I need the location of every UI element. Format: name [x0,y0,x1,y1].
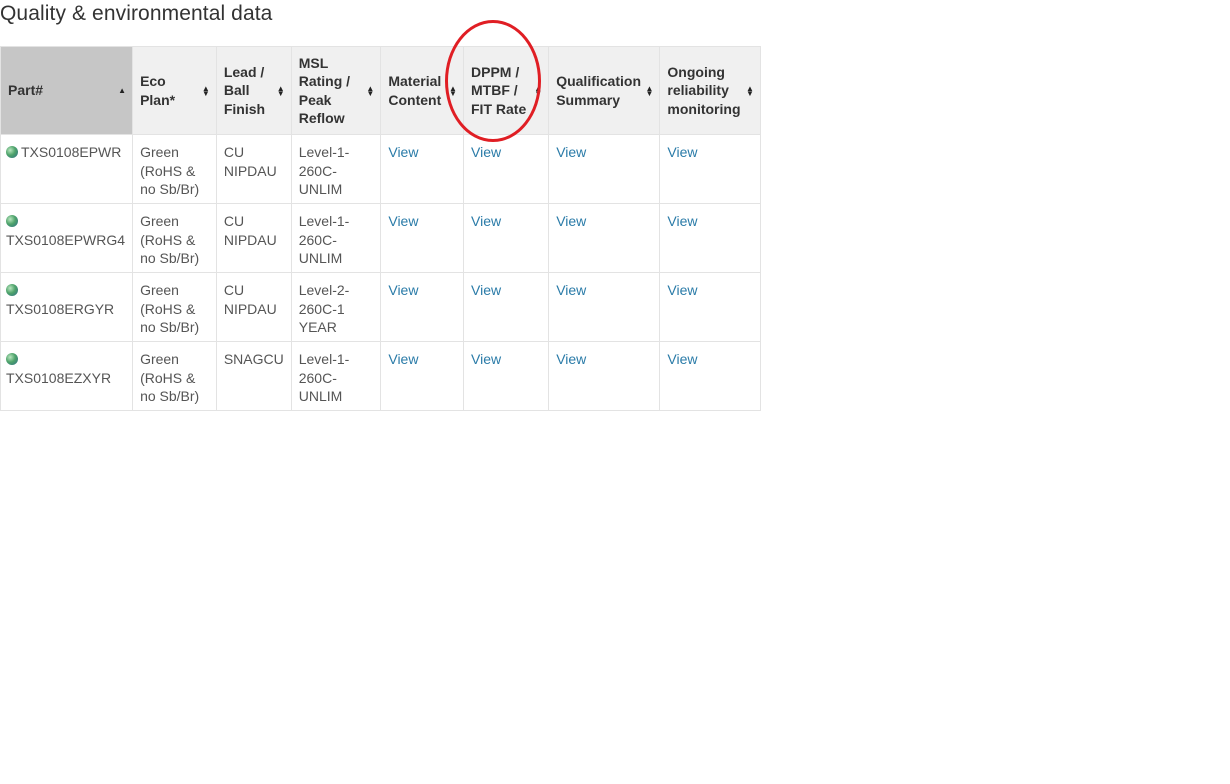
reliability-view-link[interactable]: View [667,144,697,160]
sort-icon[interactable]: ▲ ▼ [202,84,210,97]
part-number: TXS0108EPWRG4 [6,231,126,248]
reliability-cell: View [659,203,761,273]
column-header-reliability-monitoring[interactable]: Ongoing reliability monitoring ▲ ▼ [659,46,761,135]
column-header-label: Qualification Summary [556,73,641,108]
reliability-view-link[interactable]: View [667,282,697,298]
column-header-label: Ongoing reliability monitoring [667,63,741,117]
msl-cell: Level-1-260C-UNLIM [290,134,382,204]
dppm-view-link[interactable]: View [471,144,501,160]
eco-plan-cell: Green (RoHS & no Sb/Br) [132,203,217,273]
dppm-cell: View [462,272,550,342]
part-cell: TXS0108EPWR [0,134,134,204]
part-cell: TXS0108EZXYR [0,341,134,411]
column-header-part[interactable]: Part# ▲ [0,46,134,135]
column-header-qualification-summary[interactable]: Qualification Summary ▲ ▼ [548,46,661,135]
reliability-view-link[interactable]: View [667,213,697,229]
sort-icon[interactable]: ▲ ▼ [645,84,653,97]
table-row: TXS0108ERGYR Green (RoHS & no Sb/Br) CU … [0,272,761,342]
msl-cell: Level-2-260C-1 YEAR [290,272,382,342]
material-content-view-link[interactable]: View [388,144,418,160]
part-cell: TXS0108EPWRG4 [0,203,134,273]
column-header-dppm[interactable]: DPPM / MTBF / FIT Rate ▲ ▼ [462,46,550,135]
part-number: TXS0108EZXYR [6,369,112,386]
msl-cell: Level-1-260C-UNLIM [290,203,382,273]
qualification-cell: View [548,272,661,342]
globe-icon [6,215,18,227]
material-content-view-link[interactable]: View [388,282,418,298]
finish-cell: CU NIPDAU [215,203,292,273]
qualification-view-link[interactable]: View [556,351,586,367]
globe-icon [6,146,18,158]
page-title: Quality & environmental data [0,2,273,25]
eco-plan-cell: Green (RoHS & no Sb/Br) [132,272,217,342]
sort-ascending-icon[interactable]: ▲ [118,87,126,95]
dppm-view-link[interactable]: View [471,213,501,229]
sort-icon[interactable]: ▲ ▼ [277,84,285,97]
finish-cell: SNAGCU [215,341,292,411]
finish-cell: CU NIPDAU [215,272,292,342]
part-cell: TXS0108ERGYR [0,272,134,342]
column-header-label: DPPM / MTBF / FIT Rate [471,63,527,117]
dppm-view-link[interactable]: View [471,282,501,298]
material-content-view-link[interactable]: View [388,213,418,229]
globe-icon [6,284,18,296]
column-header-lead-finish[interactable]: Lead / Ball Finish ▲ ▼ [215,46,292,135]
sort-icon[interactable]: ▲ ▼ [746,84,754,97]
dppm-cell: View [462,341,550,411]
eco-plan-cell: Green (RoHS & no Sb/Br) [132,134,217,204]
material-cell: View [380,272,464,342]
column-header-eco-plan[interactable]: Eco Plan* ▲ ▼ [132,46,217,135]
qualification-view-link[interactable]: View [556,282,586,298]
table-row: TXS0108EPWR Green (RoHS & no Sb/Br) CU N… [0,134,761,204]
qualification-view-link[interactable]: View [556,213,586,229]
column-header-msl-rating[interactable]: MSL Rating / Peak Reflow ▲ ▼ [290,46,382,135]
msl-cell: Level-1-260C-UNLIM [290,341,382,411]
qualification-cell: View [548,134,661,204]
sort-icon[interactable]: ▲ ▼ [534,84,542,97]
column-header-label: Part# [8,82,44,99]
reliability-view-link[interactable]: View [667,351,697,367]
material-cell: View [380,341,464,411]
dppm-view-link[interactable]: View [471,351,501,367]
column-header-label: Lead / Ball Finish [223,63,266,117]
column-header-label: MSL Rating / Peak Reflow [298,54,351,127]
material-cell: View [380,134,464,204]
dppm-cell: View [462,134,550,204]
column-header-label: Material Content [388,73,442,108]
material-cell: View [380,203,464,273]
part-number: TXS0108ERGYR [6,300,115,317]
table-header-row: Part# ▲ Eco Plan* ▲ ▼ Lead / Ball Finish … [0,46,761,135]
page: Quality & environmental data Part# ▲ Eco… [0,0,1230,784]
qualification-cell: View [548,203,661,273]
eco-plan-cell: Green (RoHS & no Sb/Br) [132,341,217,411]
qualification-view-link[interactable]: View [556,144,586,160]
quality-environmental-table: Part# ▲ Eco Plan* ▲ ▼ Lead / Ball Finish … [0,46,761,411]
qualification-cell: View [548,341,661,411]
reliability-cell: View [659,134,761,204]
column-header-material-content[interactable]: Material Content ▲ ▼ [380,46,464,135]
reliability-cell: View [659,272,761,342]
column-header-label: Eco Plan* [140,73,176,108]
reliability-cell: View [659,341,761,411]
dppm-cell: View [462,203,550,273]
sort-icon[interactable]: ▲ ▼ [366,84,374,97]
finish-cell: CU NIPDAU [215,134,292,204]
part-number: TXS0108EPWR [21,144,122,160]
sort-icon[interactable]: ▲ ▼ [449,84,457,97]
globe-icon [6,353,18,365]
table-row: TXS0108EPWRG4 Green (RoHS & no Sb/Br) CU… [0,203,761,273]
material-content-view-link[interactable]: View [388,351,418,367]
table-row: TXS0108EZXYR Green (RoHS & no Sb/Br) SNA… [0,341,761,411]
